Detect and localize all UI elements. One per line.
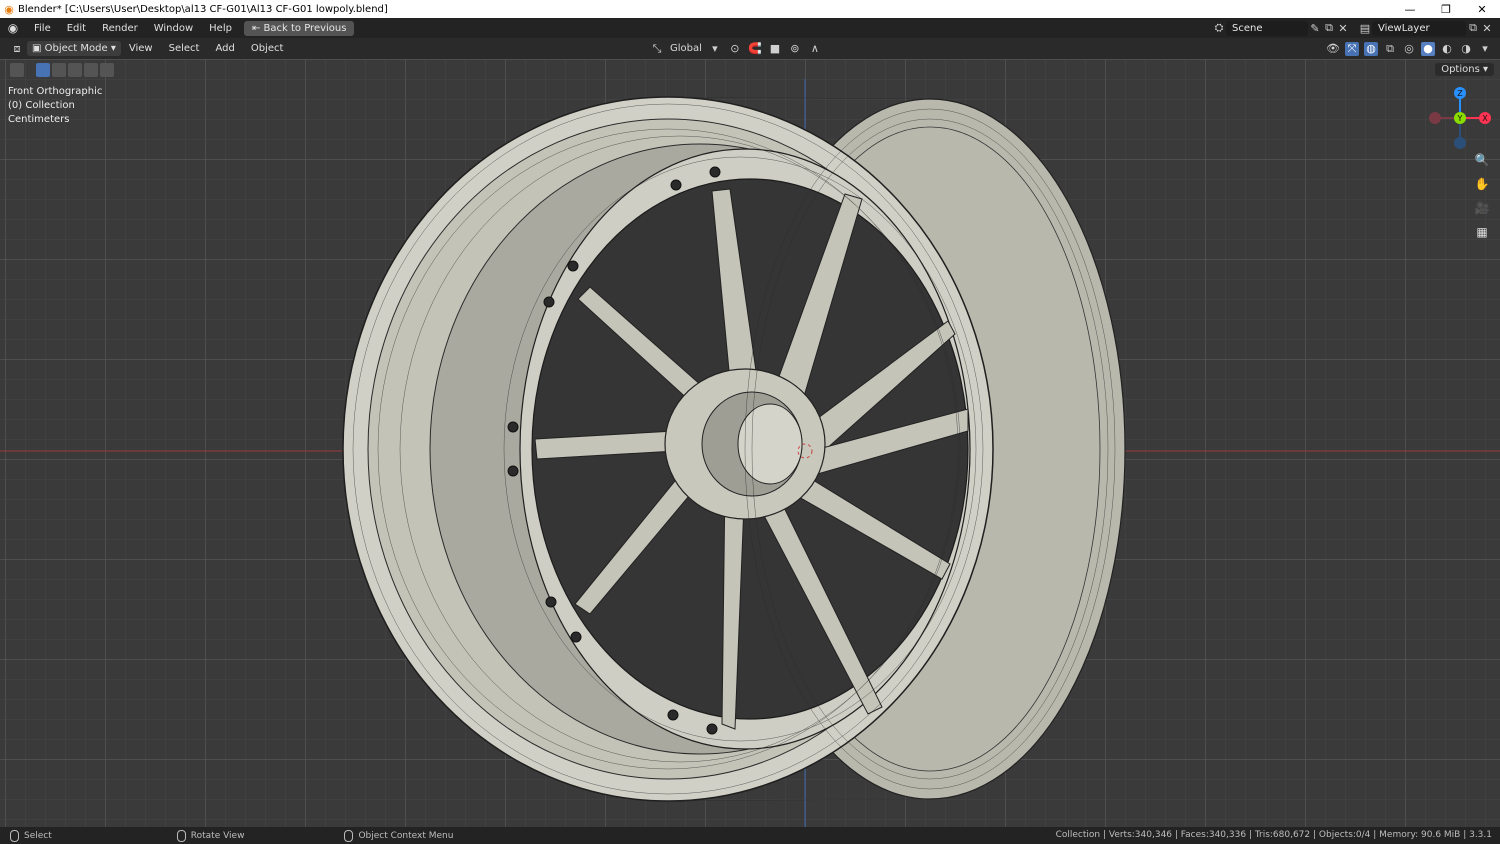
orientation-icon: ⤡ bbox=[652, 41, 662, 55]
camera-view-icon[interactable]: 🎥 bbox=[1472, 198, 1492, 218]
select-invert-icon[interactable] bbox=[84, 63, 98, 77]
top-menubar: ◉ File Edit Render Window Help ⇤ Back to… bbox=[0, 18, 1500, 38]
gizmo-y-label: Y bbox=[1457, 114, 1463, 123]
snap-target-icon[interactable]: ■ bbox=[768, 42, 782, 56]
rendered-shading-icon[interactable]: ◑ bbox=[1459, 42, 1473, 56]
pin-icon[interactable]: ✎ bbox=[1308, 21, 1322, 35]
gizmo-z-label: Z bbox=[1457, 89, 1463, 98]
select-subtract-icon[interactable] bbox=[68, 63, 82, 77]
chevron-down-icon: ▾ bbox=[712, 42, 718, 55]
menu-file[interactable]: File bbox=[26, 23, 59, 34]
delete-scene-icon[interactable]: ✕ bbox=[1336, 21, 1350, 35]
menu-select[interactable]: Select bbox=[161, 43, 208, 54]
mode-label: Object Mode bbox=[44, 43, 108, 54]
delete-view-layer-icon[interactable]: ✕ bbox=[1480, 21, 1494, 35]
restore-button[interactable]: ❐ bbox=[1428, 3, 1464, 16]
view-name: Front Orthographic bbox=[8, 86, 103, 97]
options-label: Options bbox=[1441, 64, 1480, 75]
select-new-icon[interactable] bbox=[36, 63, 50, 77]
menu-render[interactable]: Render bbox=[94, 23, 146, 34]
select-intersect-icon[interactable] bbox=[100, 63, 114, 77]
perspective-grid-icon[interactable]: ▦ bbox=[1472, 222, 1492, 242]
solid-shading-icon[interactable]: ● bbox=[1421, 41, 1435, 56]
menu-edit[interactable]: Edit bbox=[59, 23, 94, 34]
menu-add[interactable]: Add bbox=[207, 43, 242, 54]
viewport-header: ⧈ ▣ Object Mode ▾ View Select Add Object… bbox=[0, 38, 1500, 59]
right-mouse-icon bbox=[344, 829, 354, 842]
back-icon: ⇤ bbox=[251, 22, 264, 34]
select-extend-icon[interactable] bbox=[52, 63, 66, 77]
menu-help[interactable]: Help bbox=[201, 23, 240, 34]
transform-tools: ⤡ Global ▾ ⊙ 🧲 ■ ⊚ ∧ bbox=[650, 38, 822, 59]
wheel-model bbox=[0, 79, 1500, 827]
overlay-toggle-icon[interactable]: ◍ bbox=[1364, 41, 1378, 56]
snap-icon[interactable]: 🧲 bbox=[748, 42, 762, 56]
middle-mouse-icon bbox=[176, 829, 186, 842]
options-dropdown[interactable]: Options ▾ bbox=[1435, 63, 1494, 76]
blender-logo-icon: ◉ bbox=[4, 2, 14, 16]
menu-window[interactable]: Window bbox=[146, 23, 201, 34]
material-shading-icon[interactable]: ◐ bbox=[1440, 42, 1454, 56]
close-button[interactable]: ✕ bbox=[1464, 3, 1500, 16]
status-context: Object Context Menu bbox=[344, 829, 454, 842]
scene-statistics: Collection | Verts:340,346 | Faces:340,3… bbox=[1055, 830, 1492, 840]
zoom-icon[interactable]: 🔍 bbox=[1472, 150, 1492, 170]
xray-icon[interactable]: ⧉ bbox=[1383, 42, 1397, 56]
status-rotate-label: Rotate View bbox=[190, 830, 245, 841]
back-to-previous-button[interactable]: ⇤ Back to Previous bbox=[243, 20, 355, 36]
gizmo-neg-z-icon bbox=[1454, 137, 1466, 149]
proportional-edit-icon[interactable]: ⊚ bbox=[788, 42, 802, 56]
status-select-label: Select bbox=[24, 830, 52, 841]
left-mouse-icon bbox=[10, 829, 19, 842]
window-titlebar: ◉ Blender* [C:\Users\User\Desktop\al13 C… bbox=[0, 0, 1500, 18]
view-layer-field[interactable]: ViewLayer bbox=[1372, 20, 1466, 36]
status-context-label: Object Context Menu bbox=[358, 830, 454, 841]
scene-field[interactable]: Scene bbox=[1226, 20, 1308, 36]
tool-toggle-icon[interactable] bbox=[10, 63, 24, 77]
gizmo-x-label: X bbox=[1482, 114, 1488, 123]
gizmo-neg-x-icon bbox=[1429, 112, 1441, 124]
chevron-down-icon[interactable]: ▾ bbox=[1478, 42, 1492, 56]
object-mode-icon: ▣ bbox=[32, 43, 45, 54]
collection-name: (0) Collection bbox=[8, 100, 75, 111]
wireframe-shading-icon[interactable]: ◎ bbox=[1402, 42, 1416, 56]
menu-view[interactable]: View bbox=[121, 43, 161, 54]
mode-dropdown[interactable]: ▣ Object Mode ▾ bbox=[27, 41, 121, 56]
scene-selectors: ⛭ Scene ✎ ⧉ ✕ ▤ ViewLayer ⧉ ✕ bbox=[1212, 18, 1500, 38]
status-bar: Select Rotate View Object Context Menu C… bbox=[0, 827, 1500, 844]
editor-type-icon[interactable]: ⧈ bbox=[10, 42, 24, 56]
orientation-dropdown[interactable]: Global bbox=[670, 43, 702, 54]
scene-icon[interactable]: ⛭ bbox=[1212, 21, 1226, 35]
window-title: Blender* [C:\Users\User\Desktop\al13 CF-… bbox=[18, 3, 388, 15]
pan-hand-icon[interactable]: ✋ bbox=[1472, 174, 1492, 194]
viewport-info: Front Orthographic (0) Collection Centim… bbox=[8, 85, 102, 127]
back-label: Back to Previous bbox=[263, 22, 347, 34]
visibility-icon[interactable]: 👁 bbox=[1326, 42, 1340, 56]
unit-system: Centimeters bbox=[8, 114, 70, 125]
view-layer-icon[interactable]: ▤ bbox=[1358, 21, 1372, 35]
blender-menu-icon[interactable]: ◉ bbox=[0, 21, 26, 35]
new-view-layer-icon[interactable]: ⧉ bbox=[1466, 21, 1480, 35]
new-scene-icon[interactable]: ⧉ bbox=[1322, 21, 1336, 35]
navigation-gizmo[interactable]: Z Y X bbox=[1420, 84, 1500, 154]
menu-object[interactable]: Object bbox=[243, 43, 292, 54]
gizmo-toggle-icon[interactable]: ⤧ bbox=[1345, 41, 1359, 56]
select-mode-tools bbox=[10, 63, 114, 77]
falloff-icon[interactable]: ∧ bbox=[808, 42, 822, 56]
chevron-down-icon: ▾ bbox=[110, 43, 116, 54]
status-select: Select bbox=[10, 829, 52, 842]
shading-tools: 👁 ⤧ ◍ ⧉ ◎ ● ◐ ◑ ▾ bbox=[1326, 38, 1492, 59]
minimize-button[interactable]: — bbox=[1392, 3, 1428, 16]
pivot-icon[interactable]: ⊙ bbox=[728, 42, 742, 56]
3d-viewport[interactable]: Front Orthographic (0) Collection Centim… bbox=[0, 59, 1500, 827]
status-rotate: Rotate View bbox=[176, 829, 245, 842]
